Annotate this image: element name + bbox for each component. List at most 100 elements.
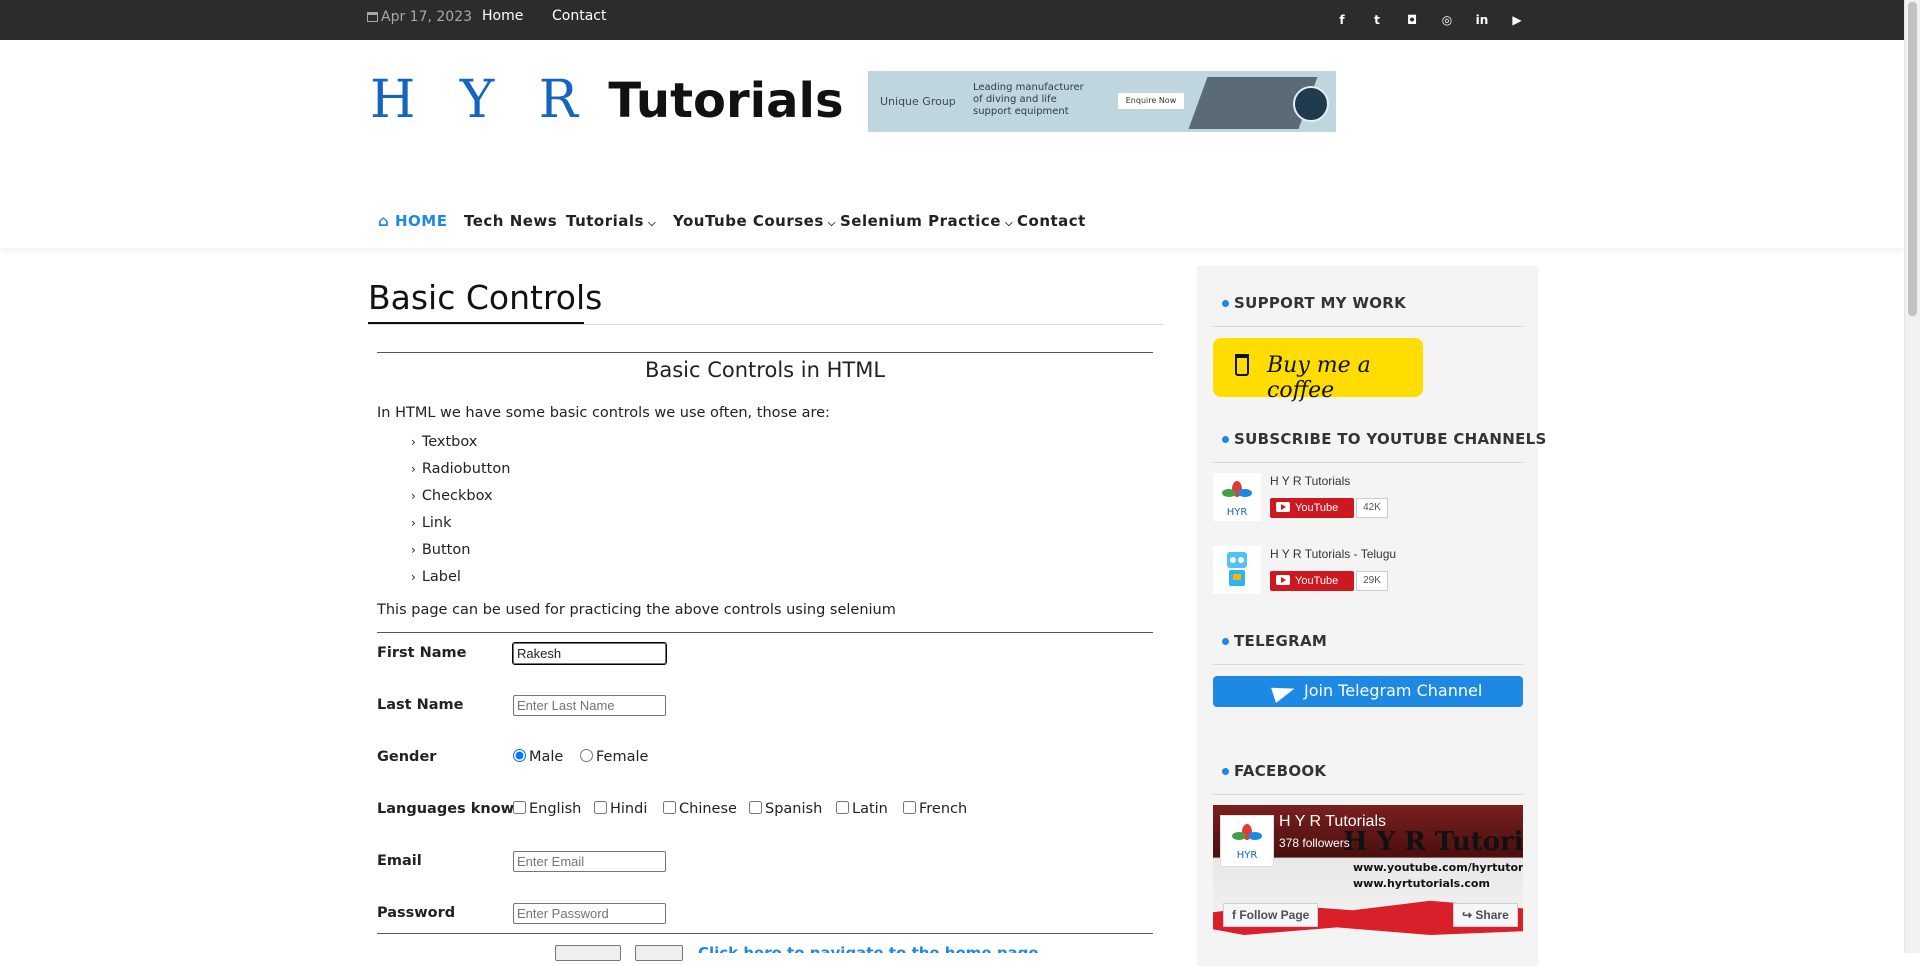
snapchat-icon[interactable]: ◘: [1403, 12, 1421, 28]
nav-selenium-practice-label: Selenium Practice: [840, 212, 1001, 230]
language-french-checkbox[interactable]: [903, 801, 916, 814]
gender-male-radio[interactable]: [513, 749, 526, 762]
gender-male-option[interactable]: Male: [513, 749, 563, 765]
scrollbar-thumb[interactable]: [1908, 2, 1917, 316]
language-english-option[interactable]: English: [513, 801, 581, 817]
language-english-checkbox[interactable]: [513, 801, 526, 814]
topbar-link-contact[interactable]: Contact: [552, 8, 606, 24]
calendar-icon: [367, 12, 378, 22]
facebook-page-widget[interactable]: H Y R Tutorials www.youtube.com/hyrtutor…: [1213, 805, 1523, 935]
password-input[interactable]: [513, 903, 666, 924]
channel-avatar-hyr[interactable]: HYR: [1213, 473, 1261, 521]
youtube-play-icon: [1276, 575, 1290, 585]
svg-text:HYR: HYR: [1227, 507, 1248, 518]
channel-name[interactable]: H Y R Tutorials: [1270, 474, 1350, 488]
ad-brand: Unique Group: [880, 95, 956, 108]
youtube-icon[interactable]: ▶: [1508, 12, 1526, 28]
sidebar-divider: [1213, 326, 1523, 327]
twitter-icon[interactable]: t: [1368, 12, 1386, 28]
chevron-down-icon: ⌵: [1004, 218, 1014, 229]
join-telegram-button[interactable]: Join Telegram Channel: [1213, 676, 1523, 707]
language-latin-option[interactable]: Latin: [836, 801, 888, 817]
youtube-subscribe-button[interactable]: YouTube: [1270, 498, 1354, 518]
chevron-right-icon: ›: [411, 462, 416, 476]
email-input[interactable]: [513, 851, 666, 872]
telegram-heading: TELEGRAM: [1222, 632, 1327, 650]
nav-home[interactable]: ⌂ HOME: [378, 212, 447, 230]
register-button[interactable]: [555, 945, 621, 961]
chevron-right-icon: ›: [411, 570, 416, 584]
navigate-home-link[interactable]: Click here to navigate to the home page: [698, 944, 1039, 953]
clear-button[interactable]: [635, 945, 683, 961]
buy-me-a-coffee-button[interactable]: Buy me a coffee: [1213, 338, 1423, 403]
language-chinese-checkbox[interactable]: [663, 801, 676, 814]
advertisement-banner[interactable]: Unique Group Leading manufacturer of div…: [868, 71, 1336, 132]
linkedin-icon[interactable]: in: [1473, 12, 1491, 28]
nav-home-label: HOME: [394, 212, 448, 230]
channel-avatar-telugu[interactable]: [1213, 546, 1261, 594]
support-heading: SUPPORT MY WORK: [1222, 294, 1406, 312]
nav-tech-news[interactable]: Tech News: [464, 212, 557, 230]
bullet-dot-icon: [1222, 638, 1229, 645]
divider: [377, 352, 1153, 353]
last-name-input[interactable]: [513, 695, 666, 716]
language-french-option[interactable]: French: [903, 801, 967, 817]
facebook-share-button[interactable]: ↪ Share: [1453, 903, 1518, 927]
telegram-label: Join Telegram Channel: [1304, 681, 1483, 700]
title-divider: [368, 324, 1163, 325]
gender-female-option[interactable]: Female: [580, 749, 648, 765]
chevron-down-icon: ⌵: [647, 218, 657, 229]
coffee-cup-icon: [1235, 354, 1249, 376]
svg-text:HYR: HYR: [1237, 850, 1258, 861]
page-title: Basic Controls: [368, 278, 603, 317]
facebook-icon[interactable]: f: [1333, 12, 1351, 28]
language-latin-checkbox[interactable]: [836, 801, 849, 814]
facebook-page-avatar[interactable]: HYR: [1220, 815, 1274, 867]
instagram-icon[interactable]: ◎: [1438, 12, 1456, 28]
channel-name[interactable]: H Y R Tutorials - Telugu: [1270, 547, 1396, 561]
gender-female-radio[interactable]: [580, 749, 593, 762]
page-scrollbar[interactable]: [1904, 0, 1920, 953]
language-hindi-option[interactable]: Hindi: [594, 801, 647, 817]
top-bar: Apr 17, 2023 Home Contact f t ◘ ◎ in ▶: [0, 0, 1904, 40]
nav-youtube-courses[interactable]: YouTube Courses ⌵: [673, 212, 836, 230]
sidebar-divider: [1213, 664, 1523, 665]
facebook-heading: FACEBOOK: [1222, 762, 1326, 780]
chevron-right-icon: ›: [411, 516, 416, 530]
chevron-down-icon: ⌵: [827, 218, 836, 229]
nav-tutorials[interactable]: Tutorials ⌵: [566, 212, 656, 230]
youtube-play-icon: [1276, 502, 1290, 512]
last-name-label: Last Name: [377, 697, 464, 713]
language-chinese-option[interactable]: Chinese: [663, 801, 737, 817]
language-hindi-checkbox[interactable]: [594, 801, 607, 814]
subscriber-count: 29K: [1356, 571, 1388, 591]
first-name-input[interactable]: [512, 642, 667, 665]
topbar-link-home[interactable]: Home: [482, 8, 523, 24]
site-logo[interactable]: H Y R Tutorials: [370, 70, 844, 130]
email-label: Email: [377, 853, 422, 869]
bullet-dot-icon: [1222, 300, 1229, 307]
language-spanish-checkbox[interactable]: [749, 801, 762, 814]
intro-text: In HTML we have some basic controls we u…: [377, 405, 830, 421]
hyr-logo-icon: HYR: [1232, 824, 1262, 861]
facebook-page-name[interactable]: H Y R Tutorials: [1279, 813, 1386, 831]
divider: [377, 632, 1153, 633]
share-icon: ↪: [1462, 908, 1476, 922]
youtube-subscribe-button[interactable]: YouTube: [1270, 571, 1354, 591]
divider: [377, 933, 1153, 934]
nav-selenium-practice[interactable]: Selenium Practice ⌵: [840, 212, 1013, 230]
controls-list: › Textbox › Radiobutton › Checkbox › Link › B…: [411, 434, 510, 596]
chevron-right-icon: ›: [411, 435, 416, 449]
nav-youtube-courses-label: YouTube Courses: [673, 212, 824, 230]
chevron-right-icon: ›: [411, 543, 416, 557]
ad-enquire-button[interactable]: Enquire Now: [1118, 93, 1184, 109]
note-text: This page can be used for practicing the…: [377, 602, 896, 618]
telegram-plane-icon: [1271, 680, 1297, 704]
ad-text: Leading manufacturer of diving and life …: [973, 82, 1084, 117]
ad-seal-icon: [1293, 86, 1329, 122]
facebook-follow-button[interactable]: f Follow Page: [1223, 903, 1319, 927]
language-spanish-option[interactable]: Spanish: [749, 801, 822, 817]
nav-contact[interactable]: Contact: [1017, 212, 1086, 230]
list-item: › Checkbox: [411, 488, 493, 504]
home-icon: ⌂: [378, 212, 395, 230]
